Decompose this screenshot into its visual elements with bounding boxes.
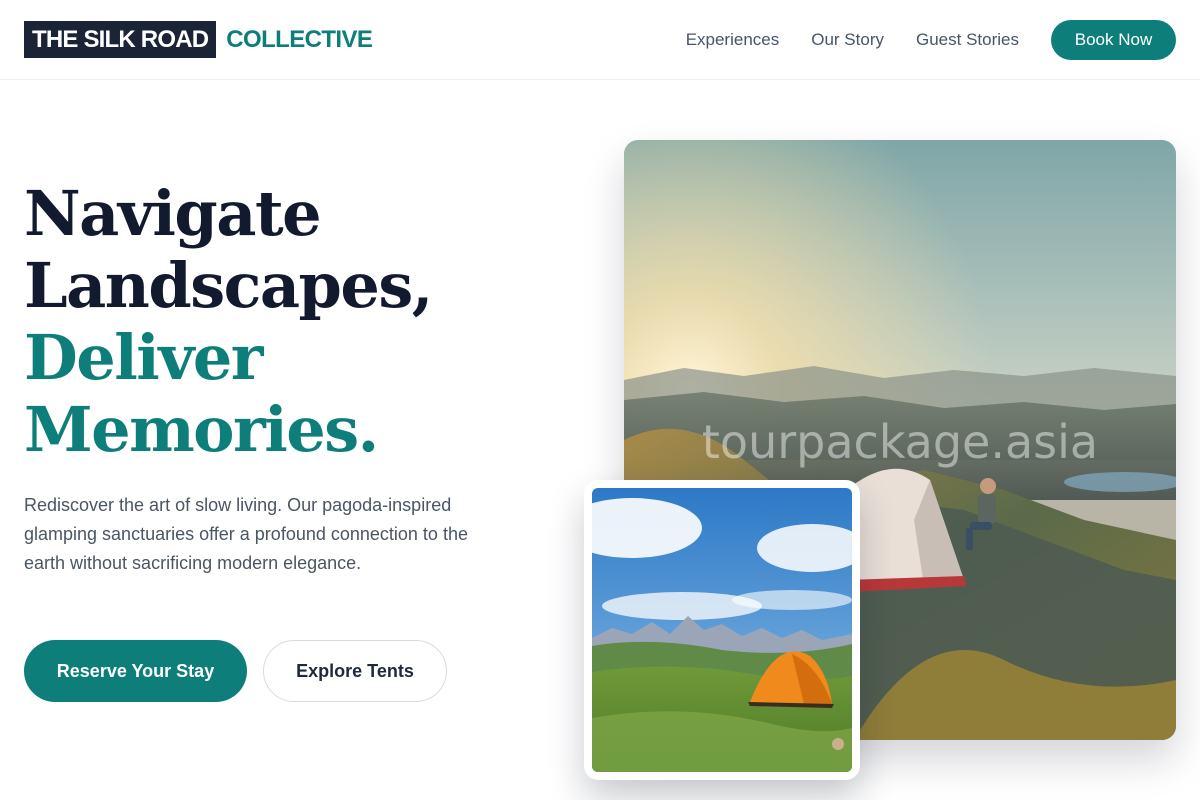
main-nav: Experiences Our Story Guest Stories Book… (686, 20, 1176, 60)
headline-line-2: Landscapes, (24, 249, 433, 322)
hero-lead-text: Rediscover the art of slow living. Our p… (24, 495, 468, 573)
site-header: THE SILK ROAD COLLECTIVE Experiences Our… (0, 0, 1200, 80)
book-now-button[interactable]: Book Now (1051, 20, 1176, 60)
headline-line-3: Deliver (24, 321, 263, 394)
logo[interactable]: THE SILK ROAD COLLECTIVE (24, 21, 373, 58)
logo-box-text: THE SILK ROAD (24, 21, 217, 58)
nav-link-guest-stories[interactable]: Guest Stories (916, 30, 1019, 50)
meadow-tent-illustration (592, 488, 852, 772)
nav-link-experiences[interactable]: Experiences (686, 30, 780, 50)
photo-watermark: tourpackage.asia (702, 415, 1098, 469)
headline-line-4: Memories. (24, 393, 379, 466)
hero-inset-photo-frame (584, 480, 860, 780)
hero-headline: Navigate Landscapes, Deliver Memories. (24, 177, 433, 466)
logo-accent-text: COLLECTIVE (226, 25, 373, 53)
reserve-stay-button[interactable]: Reserve Your Stay (24, 640, 247, 702)
hero-inset-photo (592, 488, 852, 772)
headline-line-1: Navigate (24, 177, 322, 250)
nav-link-our-story[interactable]: Our Story (811, 30, 884, 50)
explore-tents-button[interactable]: Explore Tents (263, 640, 447, 702)
